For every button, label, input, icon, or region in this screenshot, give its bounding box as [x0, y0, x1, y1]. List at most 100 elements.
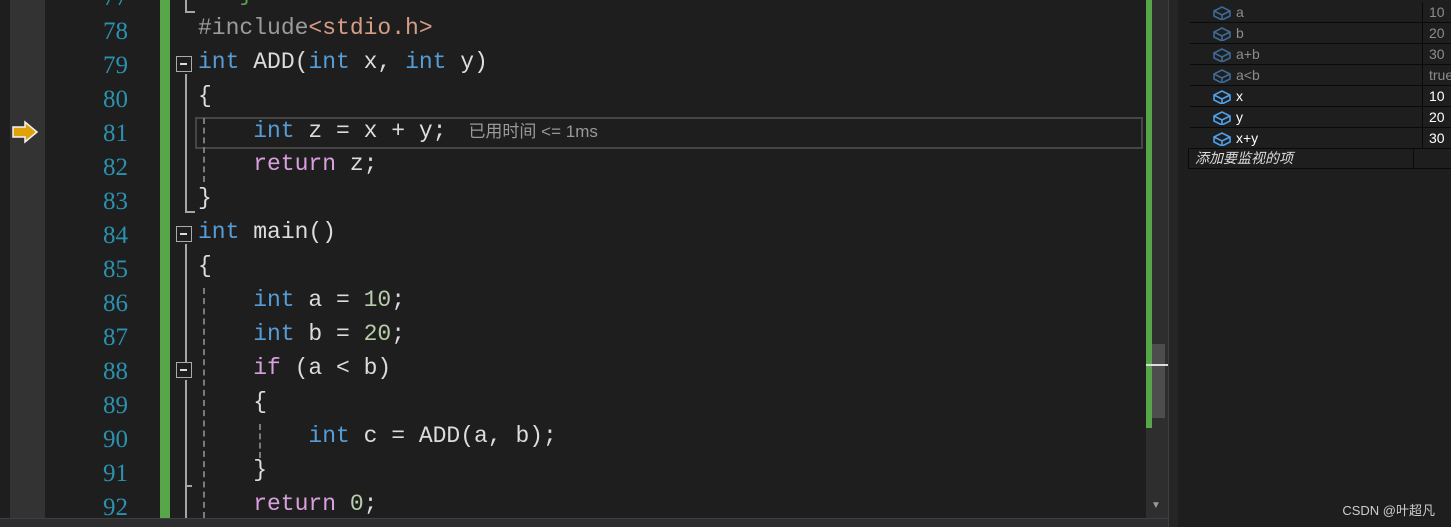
code-token: {	[198, 83, 212, 109]
line-number-gutter: 77787980818283848586878889909192	[45, 0, 158, 521]
code-token: 20	[363, 321, 392, 347]
line-number: 79	[103, 52, 128, 79]
code-token: ;	[363, 491, 378, 517]
watch-name: a	[1236, 4, 1244, 20]
code-line[interactable]: int b = 20;	[253, 321, 405, 355]
line-number: 89	[103, 392, 128, 419]
watch-value: 30	[1422, 128, 1445, 149]
code-line[interactable]: int a = 10;	[253, 287, 405, 321]
code-line[interactable]: int main()	[198, 219, 336, 253]
elapsed-time-perftip[interactable]: 已用时间 <= 1ms	[468, 122, 597, 141]
code-token: }	[198, 185, 212, 211]
line-number: 85	[103, 256, 128, 283]
code-line[interactable]: {	[198, 83, 212, 117]
scrollbar-caret-marker	[1146, 364, 1168, 366]
line-number: 84	[103, 222, 128, 249]
glyph-margin[interactable]	[0, 0, 45, 518]
outline-line	[185, 244, 187, 362]
code-line[interactable]: int ADD(int x, int y)	[198, 49, 488, 83]
add-watch-placeholder: 添加要监视的项	[1195, 150, 1293, 166]
line-number: 83	[103, 188, 128, 215]
watch-name: a+b	[1236, 46, 1260, 62]
indent-guide	[203, 118, 205, 182]
code-token: x,	[349, 49, 406, 75]
watch-panel: a 10 b 20 a+b 30 a<b true x 10 y 20 x+y 30 添加要监视的项	[1178, 0, 1451, 527]
change-tracking-bar	[160, 0, 170, 518]
vertical-scrollbar[interactable]: ▼	[1146, 0, 1168, 518]
code-token: c = ADD(a, b);	[349, 423, 557, 449]
code-token: ///}	[198, 0, 253, 7]
code-editor[interactable]: ///} #include<stdio.h>int ADD(int x, int …	[170, 0, 1145, 518]
code-token: {	[198, 253, 212, 279]
indent-guide	[259, 424, 261, 458]
watch-name: y	[1236, 109, 1243, 125]
code-line[interactable]: }	[198, 185, 212, 219]
watermark: CSDN @叶超凡	[1342, 503, 1435, 518]
collapse-toggle-add[interactable]	[176, 56, 192, 72]
code-token: a =	[294, 287, 364, 313]
panel-splitter[interactable]	[1168, 0, 1178, 527]
code-line[interactable]: int z = x + y; 已用时间 <= 1ms	[253, 117, 598, 151]
code-line[interactable]: return z;	[253, 151, 377, 185]
watch-row[interactable]: x+y 30	[1190, 128, 1451, 149]
code-token: <stdio.h>	[308, 15, 433, 41]
collapse-toggle-if[interactable]	[176, 362, 192, 378]
line-number: 86	[103, 290, 128, 317]
variable-object-icon	[1213, 90, 1231, 104]
collapse-toggle-main[interactable]	[176, 226, 192, 242]
code-line[interactable]: {	[253, 389, 267, 423]
code-token: }	[253, 457, 267, 483]
scrollbar-thumb[interactable]	[1152, 344, 1165, 418]
watch-row[interactable]: y 20	[1190, 107, 1451, 128]
code-token: int	[253, 287, 295, 313]
code-token: {	[253, 389, 267, 415]
code-token: z;	[336, 151, 378, 177]
line-number: 81	[103, 120, 128, 147]
line-number: 90	[103, 426, 128, 453]
watch-row[interactable]: b 20	[1190, 23, 1451, 44]
code-token: b =	[294, 321, 364, 347]
code-line[interactable]: }	[253, 457, 267, 491]
code-token: ;	[391, 321, 406, 347]
line-number: 87	[103, 324, 128, 351]
variable-object-icon	[1213, 48, 1231, 62]
watch-value: 20	[1422, 107, 1445, 128]
code-token: 0	[349, 491, 364, 517]
code-line[interactable]: if (a < b)	[253, 355, 391, 389]
scroll-down-arrow-icon[interactable]: ▼	[1151, 500, 1161, 511]
code-line[interactable]: return 0;	[253, 491, 377, 518]
current-statement-arrow-icon	[12, 120, 39, 144]
code-token: return	[253, 491, 337, 517]
line-number: 80	[103, 86, 128, 113]
code-token: return	[253, 151, 337, 177]
watch-row[interactable]: a+b 30	[1190, 44, 1451, 65]
outline-line	[185, 11, 195, 13]
outline-line	[185, 74, 187, 212]
watch-name: a<b	[1236, 67, 1260, 83]
line-number: 77	[103, 0, 128, 15]
code-token: if	[253, 355, 281, 381]
line-number: 82	[103, 154, 128, 181]
variable-object-icon	[1213, 111, 1231, 125]
code-token: int	[198, 219, 240, 245]
code-line[interactable]: ///}	[198, 0, 253, 15]
code-token: ;	[391, 287, 406, 313]
watch-row[interactable]: x 10	[1190, 86, 1451, 107]
variable-object-icon	[1213, 69, 1231, 83]
code-line[interactable]: int c = ADD(a, b);	[308, 423, 556, 457]
watch-value: 20	[1422, 23, 1445, 44]
variable-object-icon	[1213, 6, 1231, 20]
watch-name: x	[1236, 88, 1243, 104]
code-token: int	[405, 49, 447, 75]
code-token: main()	[239, 219, 337, 245]
status-bar	[0, 518, 1168, 527]
line-number: 88	[103, 358, 128, 385]
code-token: (a < b)	[280, 355, 392, 381]
code-line[interactable]: {	[198, 253, 212, 287]
add-watch-item[interactable]: 添加要监视的项	[1188, 148, 1451, 169]
watch-row[interactable]: a<b true	[1190, 65, 1451, 86]
code-line[interactable]: #include<stdio.h>	[198, 15, 433, 49]
code-token: int	[198, 49, 240, 75]
outline-line	[185, 211, 195, 213]
watch-row[interactable]: a 10	[1190, 2, 1451, 23]
